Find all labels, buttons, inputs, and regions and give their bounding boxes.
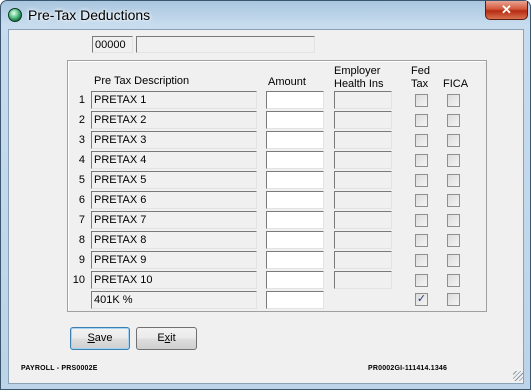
- save-mnemonic: S: [87, 332, 95, 344]
- header-description: Pre Tax Description: [94, 75, 190, 87]
- row-fed-tax-checkbox[interactable]: [415, 174, 428, 187]
- row-fed-tax-checkbox[interactable]: [415, 94, 428, 107]
- row-number: 6: [78, 194, 85, 206]
- header-fed-line1: Fed: [411, 65, 430, 77]
- header-fed-line2: Tax: [411, 78, 429, 90]
- exit-label-start: E: [157, 332, 165, 344]
- row-employer-health-ins-field: [334, 111, 392, 129]
- row-number: 10: [72, 274, 85, 286]
- row-number: 2: [78, 114, 85, 126]
- k401-fed-tax-checkbox[interactable]: ✓: [415, 293, 428, 306]
- row-fica-checkbox[interactable]: [447, 194, 460, 207]
- row-amount-input[interactable]: [266, 151, 324, 169]
- exit-label-rest: it: [170, 332, 176, 344]
- row-amount-input[interactable]: [266, 91, 324, 109]
- row-employer-health-ins-field: [334, 211, 392, 229]
- employee-code-field: 00000: [92, 36, 133, 53]
- row-description: PRETAX 4: [91, 151, 257, 169]
- row-fica-checkbox[interactable]: [447, 94, 460, 107]
- row-amount-input[interactable]: [266, 111, 324, 129]
- client-area: 00000 Pre Tax Description Amount Employe…: [8, 29, 524, 384]
- exit-button[interactable]: Exit: [136, 327, 197, 350]
- row-fica-checkbox[interactable]: [447, 154, 460, 167]
- row-fed-tax-checkbox[interactable]: [415, 254, 428, 267]
- row-fed-tax-checkbox[interactable]: [415, 274, 428, 287]
- row-fica-checkbox[interactable]: [447, 214, 460, 227]
- row-amount-input[interactable]: [266, 211, 324, 229]
- save-label-rest: ave: [94, 332, 113, 344]
- row-number: 1: [78, 94, 85, 106]
- row-amount-input[interactable]: [266, 251, 324, 269]
- row-fica-checkbox[interactable]: [447, 114, 460, 127]
- row-employer-health-ins-field: [334, 171, 392, 189]
- row-amount-input[interactable]: [266, 271, 324, 289]
- row-fed-tax-checkbox[interactable]: [415, 134, 428, 147]
- row-description: PRETAX 9: [91, 251, 257, 269]
- header-amount: Amount: [268, 76, 306, 88]
- footer-program-id: PAYROLL - PRS0002E: [21, 365, 98, 372]
- row-description: PRETAX 10: [91, 271, 257, 289]
- row-number: 7: [78, 214, 85, 226]
- header-fica: FICA: [443, 78, 469, 90]
- row-fica-checkbox[interactable]: [447, 234, 460, 247]
- row-fica-checkbox[interactable]: [447, 134, 460, 147]
- footer-version-id: PR0002GI-111414.1346: [368, 365, 448, 372]
- row-employer-health-ins-field: [334, 151, 392, 169]
- row-fica-checkbox[interactable]: [447, 174, 460, 187]
- row-number: 3: [78, 134, 85, 146]
- row-employer-health-ins-field: [334, 251, 392, 269]
- k401-amount-input[interactable]: [266, 291, 324, 309]
- row-employer-health-ins-field: [334, 131, 392, 149]
- window-title: Pre-Tax Deductions: [28, 7, 151, 23]
- row-description: PRETAX 7: [91, 211, 257, 229]
- row-number: 5: [78, 174, 85, 186]
- row-employer-health-ins-field: [334, 191, 392, 209]
- title-bar[interactable]: Pre-Tax Deductions ✕: [1, 1, 530, 29]
- row-description: PRETAX 3: [91, 131, 257, 149]
- app-icon: [8, 8, 22, 22]
- row-description: PRETAX 6: [91, 191, 257, 209]
- row-fed-tax-checkbox[interactable]: [415, 194, 428, 207]
- row-employer-health-ins-field: [334, 271, 392, 289]
- header-employer-line1: Employer: [334, 65, 381, 77]
- row-employer-health-ins-field: [334, 91, 392, 109]
- row-description: PRETAX 8: [91, 231, 257, 249]
- row-description: PRETAX 2: [91, 111, 257, 129]
- row-number: 9: [78, 254, 85, 266]
- row-amount-input[interactable]: [266, 171, 324, 189]
- row-fed-tax-checkbox[interactable]: [415, 114, 428, 127]
- pretax-deductions-window: Pre-Tax Deductions ✕ 00000 Pre Tax Descr…: [0, 0, 531, 390]
- row-fed-tax-checkbox[interactable]: [415, 234, 428, 247]
- employee-name-field: [136, 36, 315, 53]
- save-button[interactable]: Save: [70, 327, 130, 350]
- row-fed-tax-checkbox[interactable]: [415, 214, 428, 227]
- row-amount-input[interactable]: [266, 191, 324, 209]
- close-button[interactable]: ✕: [485, 1, 528, 20]
- row-description: PRETAX 1: [91, 91, 257, 109]
- row-amount-input[interactable]: [266, 131, 324, 149]
- row-description: PRETAX 5: [91, 171, 257, 189]
- row-fica-checkbox[interactable]: [447, 254, 460, 267]
- row-number: 4: [78, 154, 85, 166]
- resize-grip-icon[interactable]: [513, 371, 523, 381]
- row-amount-input[interactable]: [266, 231, 324, 249]
- row-number: 8: [78, 234, 85, 246]
- header-employer-line2: Health Ins: [334, 78, 384, 90]
- k401-fica-checkbox[interactable]: [447, 293, 460, 306]
- k401-description: 401K %: [91, 291, 257, 309]
- row-fica-checkbox[interactable]: [447, 274, 460, 287]
- row-fed-tax-checkbox[interactable]: [415, 154, 428, 167]
- row-employer-health-ins-field: [334, 231, 392, 249]
